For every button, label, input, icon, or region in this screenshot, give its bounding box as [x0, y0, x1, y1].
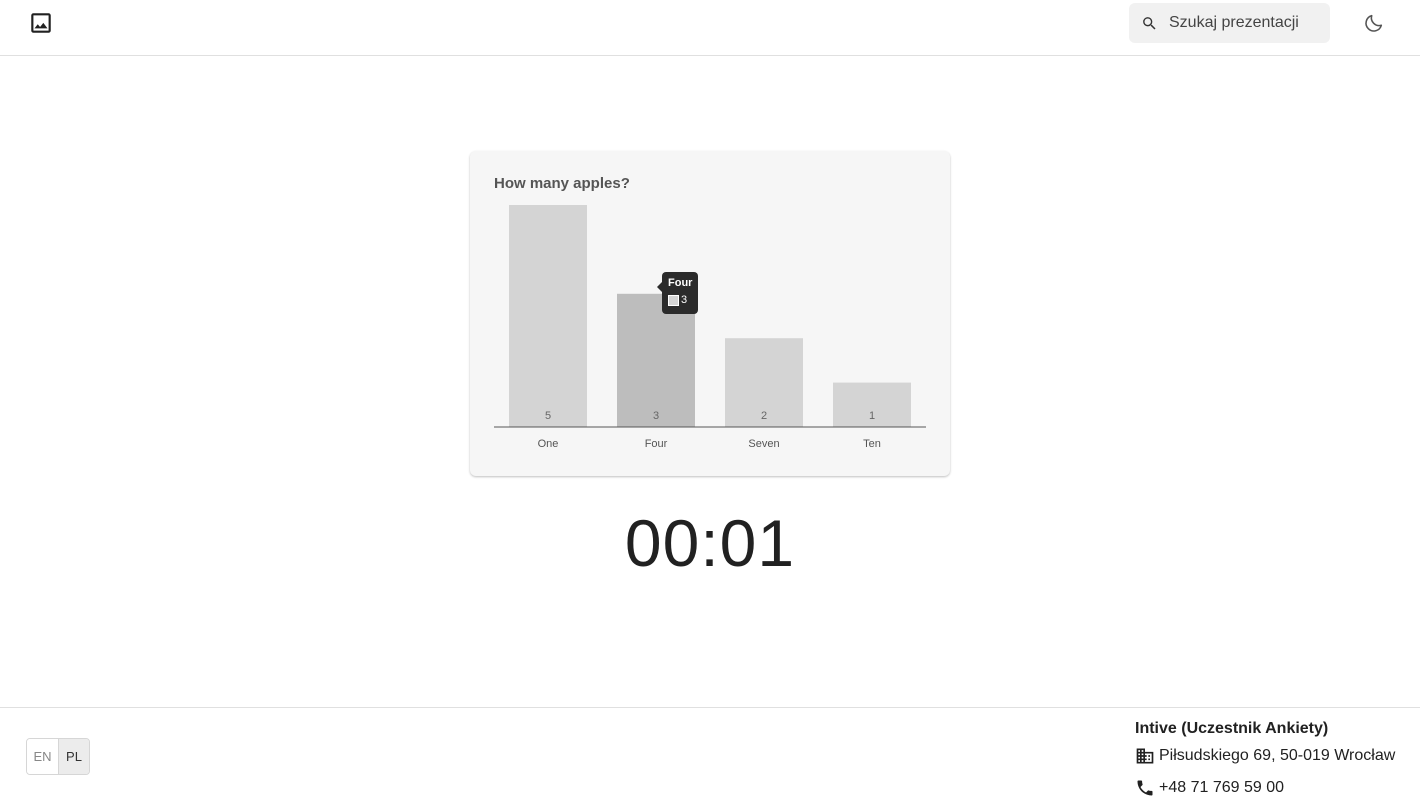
company-name: Intive (Uczestnik Ankiety): [1135, 720, 1329, 737]
language-pl-button[interactable]: PL: [58, 739, 89, 774]
logo-button[interactable]: [28, 10, 54, 36]
poll-results-card: How many apples? 5 One 3 Four 2 Seven 1 Ten Fou…: [470, 151, 950, 476]
chart-tooltip: Four 3: [657, 272, 698, 314]
phone-text: +48 71 769 59 00: [1159, 779, 1285, 796]
tooltip-value: 3: [681, 294, 688, 306]
address-row: Piłsudskiego 69, 50-019 Wrocław: [1135, 746, 1395, 766]
search-input[interactable]: [1169, 3, 1324, 43]
language-switcher: EN PL: [26, 738, 90, 775]
tooltip-swatch: [668, 294, 679, 306]
bar-chart: 5 One 3 Four 2 Seven 1 Ten: [494, 205, 926, 450]
search-box[interactable]: [1129, 3, 1330, 43]
phone-icon: [1137, 780, 1153, 796]
x-tick-label: Four: [645, 438, 668, 450]
x-tick-label: Ten: [863, 438, 881, 450]
building-icon: [1136, 748, 1154, 764]
phone-row: +48 71 769 59 00: [1135, 778, 1284, 798]
image-icon: [31, 13, 51, 33]
bar-value-label: 5: [545, 410, 551, 422]
moon-icon: [1365, 14, 1383, 32]
bar-value-label: 3: [653, 410, 659, 422]
top-bar: [0, 0, 1420, 56]
address-text: Piłsudskiego 69, 50-019 Wrocław: [1159, 747, 1396, 764]
countdown-timer: 00:01: [624, 506, 796, 580]
language-en-button[interactable]: EN: [27, 739, 58, 774]
x-tick-label: Seven: [748, 438, 779, 450]
bar-one[interactable]: [509, 205, 587, 427]
x-tick-label: One: [538, 438, 559, 450]
footer: EN PL Intive (Uczestnik Ankiety) Piłsuds…: [0, 707, 1420, 808]
theme-toggle-button[interactable]: [1362, 11, 1386, 35]
bar-value-label: 2: [761, 410, 767, 422]
bar-value-label: 1: [869, 410, 875, 422]
tooltip-category: Four: [668, 277, 693, 289]
search-icon: [1143, 17, 1156, 30]
